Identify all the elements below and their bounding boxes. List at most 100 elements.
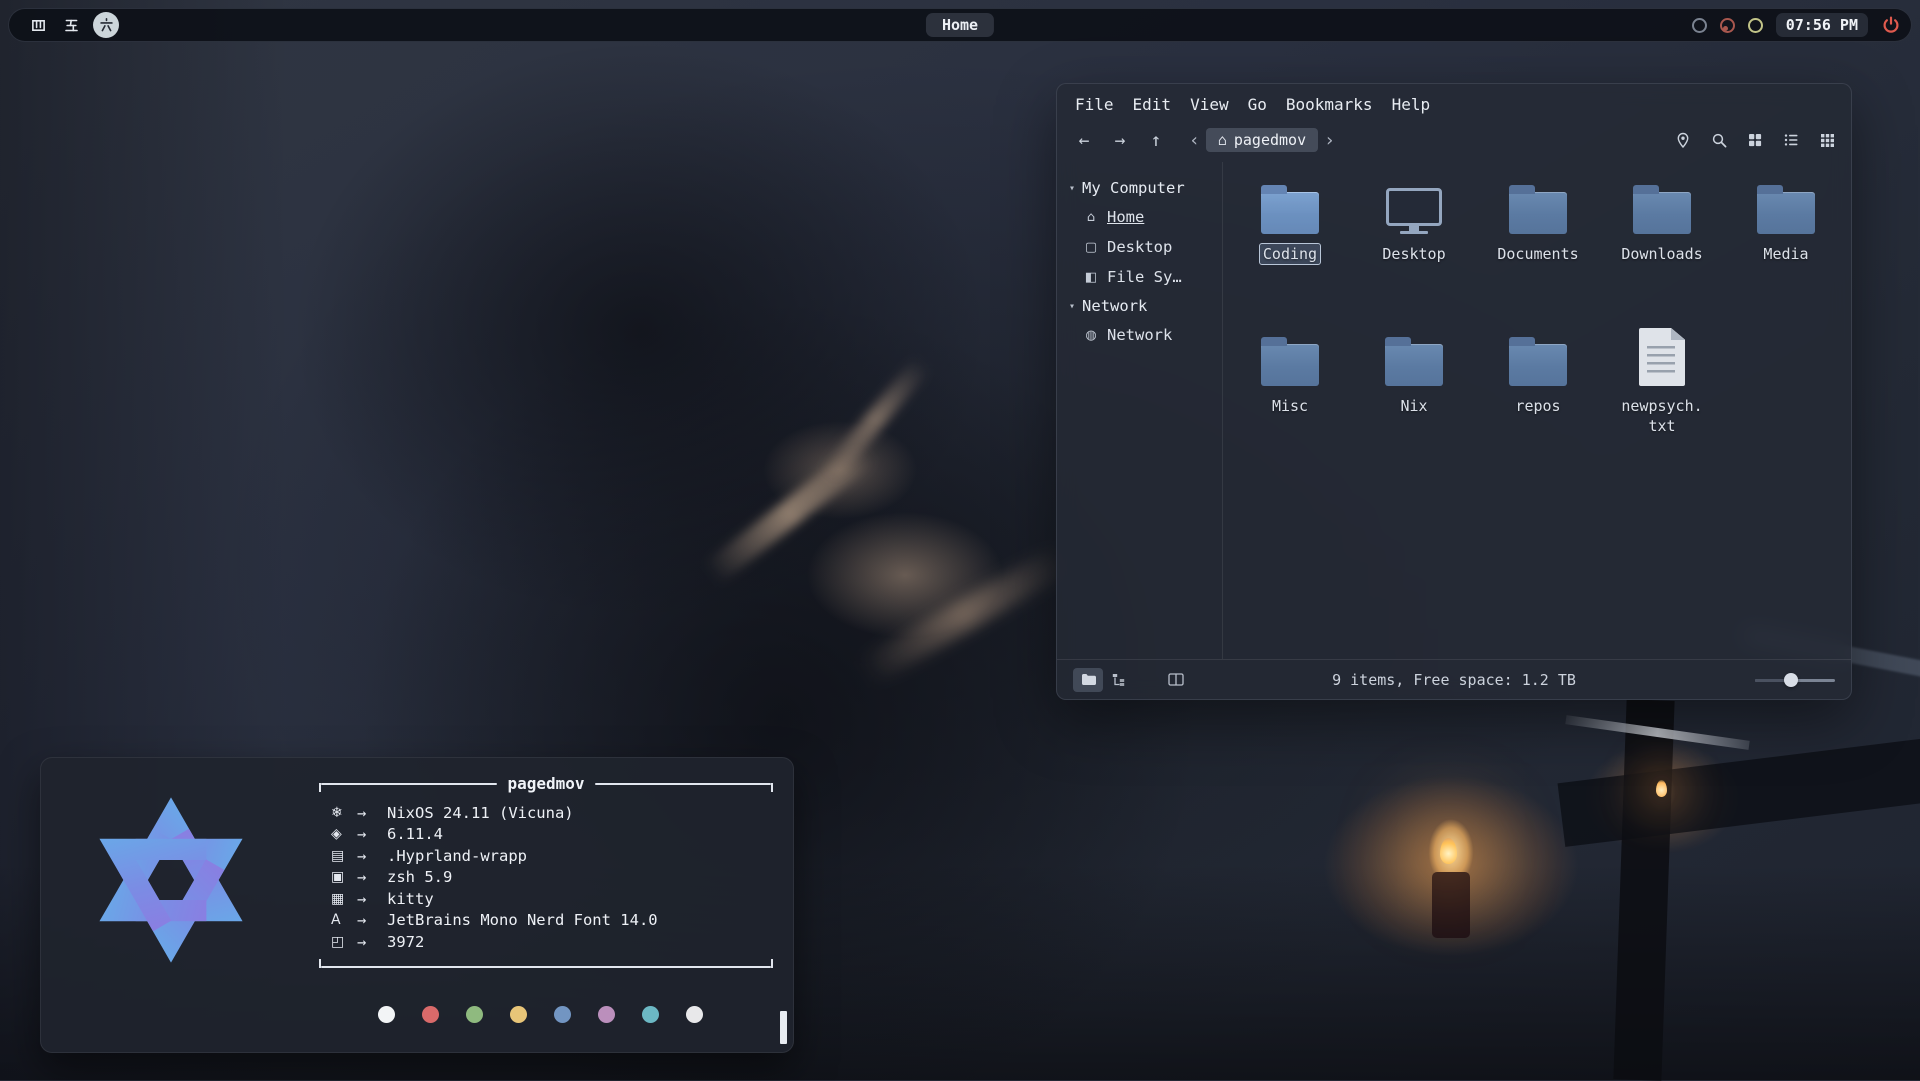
font-icon: A — [331, 912, 357, 928]
sidebar-item-desktop[interactable]: ▢Desktop — [1069, 232, 1218, 262]
sidebar-section-my-computer[interactable]: ▾ My Computer — [1069, 174, 1218, 202]
up-button[interactable]: ↑ — [1143, 130, 1169, 151]
path-scroll-left[interactable]: ‹ — [1183, 130, 1206, 151]
folder-icon — [1228, 170, 1352, 234]
arrow-icon: → — [357, 847, 387, 865]
packages-icon: ◰ — [331, 934, 357, 950]
file-item-label: Coding — [1260, 244, 1320, 264]
forward-button[interactable]: → — [1107, 130, 1133, 151]
fetch-line-terminal: ▦→kitty — [331, 888, 769, 910]
network-icon: ◍ — [1083, 328, 1099, 343]
file-item-misc[interactable]: Misc — [1228, 322, 1352, 474]
toolbar-view-controls — [1673, 130, 1837, 150]
fetch-frame-bottom — [319, 963, 773, 972]
file-item-label: newpsych.txt — [1619, 396, 1705, 437]
wallpaper-candle-flame — [1440, 838, 1457, 864]
file-item-media[interactable]: Media — [1724, 170, 1848, 322]
grid-view-icon[interactable] — [1745, 130, 1765, 150]
menu-item-file[interactable]: File — [1075, 95, 1114, 114]
sidebar-item-label: Network — [1107, 326, 1172, 344]
wallpaper-post-silhouette — [1613, 699, 1674, 1080]
file-item-downloads[interactable]: Downloads — [1600, 170, 1724, 322]
sidebar-section-network[interactable]: ▾Network — [1069, 292, 1218, 320]
wallpaper-beam-silhouette — [1558, 737, 1920, 847]
path-scroll-right[interactable]: › — [1318, 130, 1341, 151]
filesystem-icon: ◧ — [1083, 270, 1099, 285]
sidebar-item-file-sy[interactable]: ◧File Sy… — [1069, 262, 1218, 292]
clock: 07:56 PM — [1776, 13, 1868, 37]
back-button[interactable]: ← — [1071, 130, 1097, 151]
file-item-repos[interactable]: repos — [1476, 322, 1600, 474]
power-button[interactable] — [1881, 15, 1901, 35]
fetch-value: zsh 5.9 — [387, 868, 452, 886]
path-segment-button[interactable]: ⌂ pagedmov — [1206, 128, 1318, 152]
tray-record-icon[interactable] — [1720, 18, 1735, 33]
sidebar-section-label: My Computer — [1082, 179, 1185, 197]
tray-status-icon[interactable] — [1748, 18, 1763, 33]
wm-icon: ▤ — [331, 848, 357, 864]
file-item-label: Nix — [1400, 396, 1427, 416]
file-item-newpsych-txt[interactable]: newpsych.txt — [1600, 322, 1724, 474]
zoom-slider[interactable] — [1755, 670, 1835, 690]
location-icon[interactable] — [1673, 130, 1693, 150]
palette-swatch-7 — [686, 1006, 703, 1023]
nixos-logo — [75, 784, 267, 976]
fetch-value: JetBrains Mono Nerd Font 14.0 — [387, 911, 658, 929]
tray-ring-icon[interactable] — [1692, 18, 1707, 33]
menu-item-bookmarks[interactable]: Bookmarks — [1286, 95, 1373, 114]
workspace-glyph — [98, 17, 115, 34]
file-item-coding[interactable]: Coding — [1228, 170, 1352, 322]
file-item-label: Desktop — [1382, 244, 1445, 264]
palette-swatch-0 — [378, 1006, 395, 1023]
palette-swatch-2 — [466, 1006, 483, 1023]
fetch-info-frame: pagedmov ❄→NixOS 24.11 (Vicuna)◈→6.11.4▤… — [319, 774, 773, 972]
hostname: pagedmov — [497, 774, 594, 793]
desktop-icon: ▢ — [1083, 240, 1099, 255]
arrow-icon: → — [357, 890, 387, 908]
sidebar-item-home[interactable]: ⌂Home — [1069, 202, 1218, 232]
wallpaper-distant-flame — [1656, 780, 1667, 797]
arrow-icon: → — [357, 804, 387, 822]
compact-view-icon[interactable] — [1817, 130, 1837, 150]
fetch-frame-top: pagedmov — [319, 774, 773, 793]
expander-icon: ▾ — [1069, 183, 1075, 194]
split-view-button[interactable] — [1161, 668, 1191, 692]
fetch-value: .Hyprland-wrapp — [387, 847, 527, 865]
zoom-slider-knob[interactable] — [1784, 673, 1798, 687]
sidebar-item-network[interactable]: ◍ Network — [1069, 320, 1218, 350]
text-file-icon — [1600, 322, 1724, 386]
menu-item-go[interactable]: Go — [1248, 95, 1267, 114]
folder-icon — [1476, 322, 1600, 386]
file-item-label: Documents — [1497, 244, 1578, 264]
sidebar-section-label: Network — [1082, 297, 1147, 315]
folder-icon — [1724, 170, 1848, 234]
file-item-label: Media — [1763, 244, 1808, 264]
terminal-icon: ▦ — [331, 891, 357, 907]
toolbar: ← → ↑ ‹ ⌂ pagedmov › — [1057, 118, 1851, 162]
fetch-lines: ❄→NixOS 24.11 (Vicuna)◈→6.11.4▤→.Hyprlan… — [319, 793, 773, 963]
menu-item-help[interactable]: Help — [1392, 95, 1431, 114]
menu-item-view[interactable]: View — [1190, 95, 1229, 114]
tree-pane-button[interactable] — [1103, 668, 1133, 692]
palette-swatch-1 — [422, 1006, 439, 1023]
home-icon: ⌂ — [1218, 131, 1227, 149]
list-view-icon[interactable] — [1781, 130, 1801, 150]
arrow-icon: → — [357, 911, 387, 929]
palette-swatch-4 — [554, 1006, 571, 1023]
palette-swatch-3 — [510, 1006, 527, 1023]
home-icon: ⌂ — [1083, 210, 1099, 225]
status-bar: 9 items, Free space: 1.2 TB — [1057, 659, 1851, 699]
workspace-button[interactable] — [27, 12, 49, 38]
arrow-icon: → — [357, 868, 387, 886]
search-icon[interactable] — [1709, 130, 1729, 150]
shell-icon: ▣ — [331, 869, 357, 885]
places-pane-button[interactable] — [1073, 668, 1103, 692]
workspace-button[interactable] — [60, 12, 82, 38]
workspace-glyph — [63, 17, 80, 34]
menu-item-edit[interactable]: Edit — [1133, 95, 1172, 114]
file-item-desktop[interactable]: Desktop — [1352, 170, 1476, 322]
file-item-nix[interactable]: Nix — [1352, 322, 1476, 474]
workspace-button-active[interactable] — [93, 12, 119, 38]
top-bar-right: 07:56 PM — [1692, 13, 1901, 37]
file-item-documents[interactable]: Documents — [1476, 170, 1600, 322]
